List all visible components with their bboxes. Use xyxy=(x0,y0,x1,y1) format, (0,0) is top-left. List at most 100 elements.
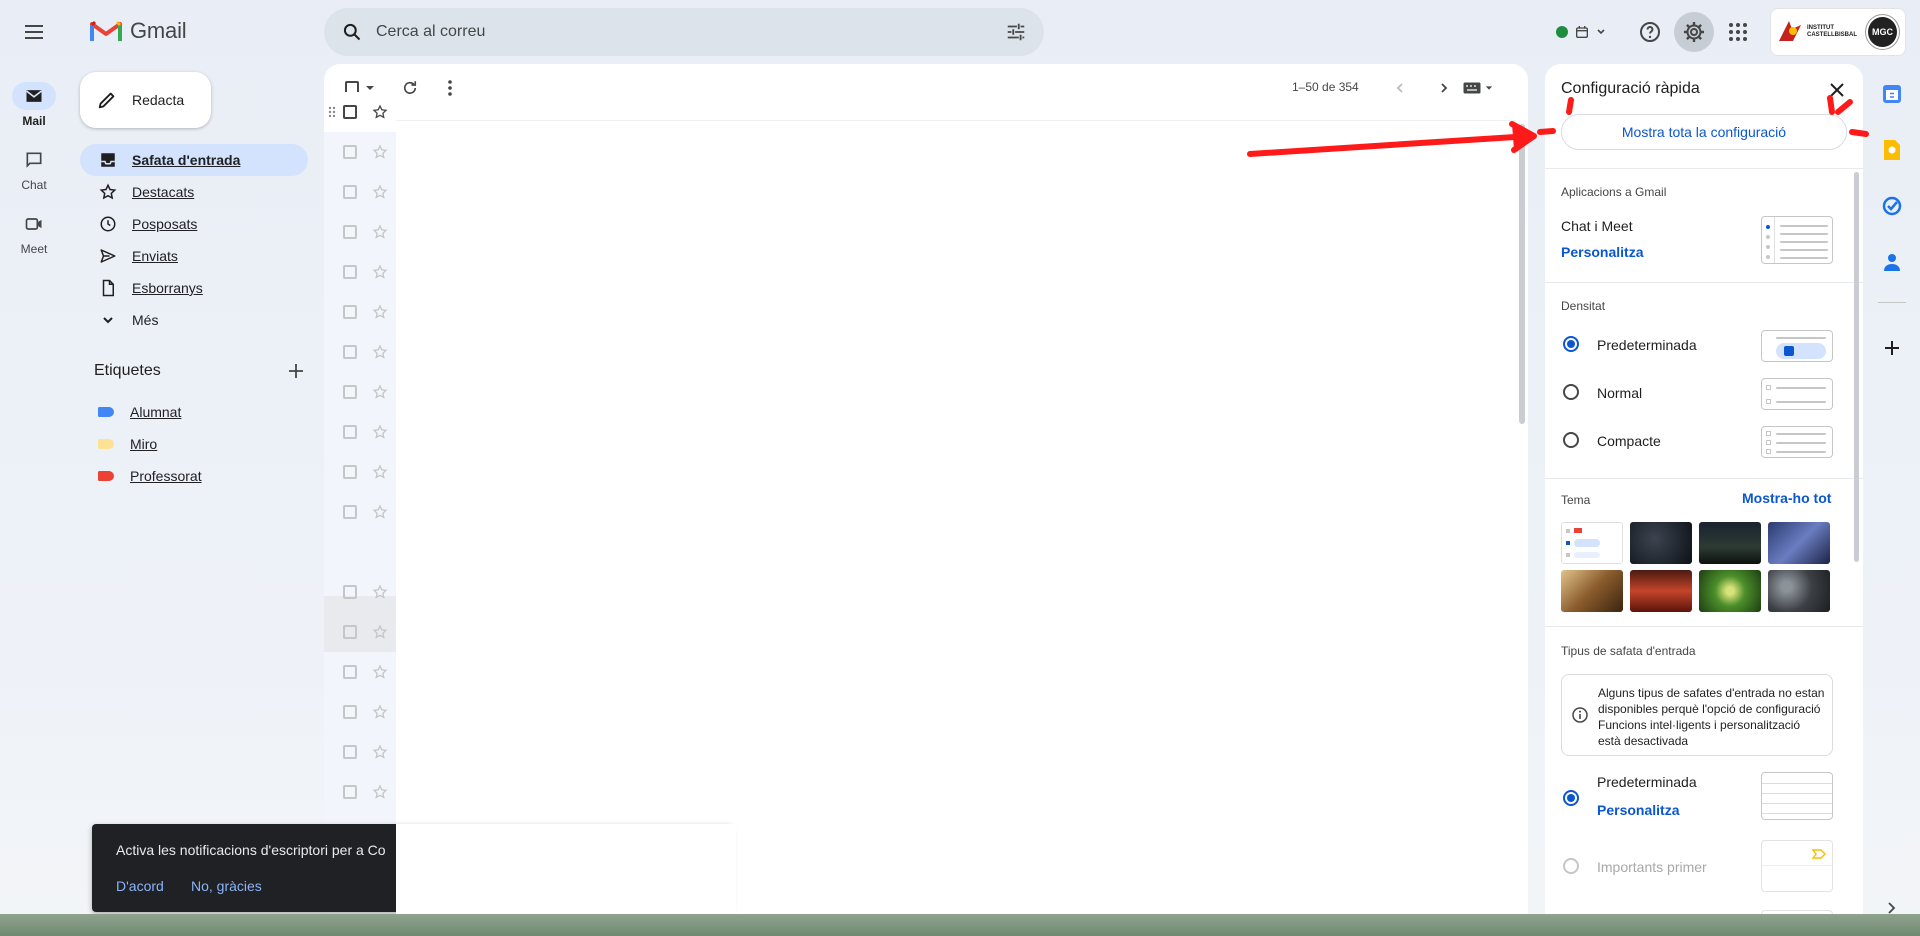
compose-button[interactable]: Redacta xyxy=(80,72,211,128)
density-radio[interactable] xyxy=(1563,336,1579,352)
table-row[interactable] xyxy=(324,732,396,772)
row-checkbox[interactable] xyxy=(343,345,357,359)
row-checkbox[interactable] xyxy=(343,465,357,479)
star-icon[interactable] xyxy=(372,384,388,400)
toast-ok-button[interactable]: D'acord xyxy=(116,878,164,894)
row-checkbox[interactable] xyxy=(343,505,357,519)
table-row[interactable] xyxy=(324,92,396,132)
nav-item-inbox[interactable]: Safata d'entrada xyxy=(80,144,308,176)
more-actions-button[interactable] xyxy=(434,72,466,104)
row-checkbox[interactable] xyxy=(343,585,357,599)
nav-item-starred[interactable]: Destacats xyxy=(80,176,308,208)
row-checkbox[interactable] xyxy=(343,145,357,159)
star-icon[interactable] xyxy=(372,264,388,280)
add-addon-icon[interactable] xyxy=(1876,332,1908,364)
inbox-customize-link[interactable]: Personalitza xyxy=(1597,802,1679,818)
rail-meet[interactable]: Meet xyxy=(0,210,68,256)
rail-chat[interactable]: Chat xyxy=(0,146,68,192)
keep-icon[interactable] xyxy=(1876,134,1908,166)
nav-item-snoozed[interactable]: Posposats xyxy=(80,208,308,240)
star-icon[interactable] xyxy=(372,624,388,640)
row-checkbox[interactable] xyxy=(343,425,357,439)
help-button[interactable] xyxy=(1630,12,1670,52)
table-row[interactable] xyxy=(324,252,396,292)
table-row[interactable] xyxy=(324,572,396,612)
table-row[interactable] xyxy=(324,452,396,492)
apps-button[interactable] xyxy=(1718,12,1758,52)
label-item-miro[interactable]: Miro xyxy=(80,428,308,460)
quick-settings-scrollbar[interactable] xyxy=(1854,172,1859,562)
toast-dismiss-button[interactable]: No, gràcies xyxy=(191,878,262,894)
inbox-radio[interactable] xyxy=(1563,858,1579,874)
table-row[interactable] xyxy=(324,132,396,172)
show-all-settings-button[interactable]: Mostra tota la configuració xyxy=(1561,114,1847,150)
newer-button[interactable] xyxy=(1384,72,1416,104)
mail-scrollbar[interactable] xyxy=(1519,124,1525,424)
star-icon[interactable] xyxy=(372,304,388,320)
row-checkbox[interactable] xyxy=(343,665,357,679)
theme-dark-forest[interactable] xyxy=(1699,522,1761,564)
star-icon[interactable] xyxy=(372,744,388,760)
table-row[interactable] xyxy=(324,372,396,412)
rail-mail[interactable]: Mail xyxy=(0,82,68,128)
row-checkbox[interactable] xyxy=(343,305,357,319)
calendar-icon[interactable] xyxy=(1876,78,1908,110)
main-menu-button[interactable] xyxy=(14,12,54,52)
star-icon[interactable] xyxy=(372,104,388,120)
row-checkbox[interactable] xyxy=(343,785,357,799)
close-button[interactable] xyxy=(1825,78,1849,102)
theme-leaf[interactable] xyxy=(1699,570,1761,612)
chat-meet-customize-link[interactable]: Personalitza xyxy=(1561,244,1643,260)
theme-canyon[interactable] xyxy=(1630,570,1692,612)
contacts-icon[interactable] xyxy=(1876,246,1908,278)
table-row[interactable] xyxy=(324,412,396,452)
table-row[interactable] xyxy=(324,652,396,692)
account-switcher[interactable]: INSTITUT CASTELLBISBAL MGC xyxy=(1770,8,1906,56)
table-row[interactable] xyxy=(324,332,396,372)
row-checkbox[interactable] xyxy=(343,225,357,239)
avatar[interactable]: MGC xyxy=(1866,15,1899,49)
gmail-logo[interactable]: Gmail xyxy=(90,18,187,44)
row-checkbox[interactable] xyxy=(343,105,357,119)
table-row[interactable] xyxy=(324,692,396,732)
search-options-icon[interactable] xyxy=(1004,20,1028,44)
table-row[interactable] xyxy=(324,612,396,652)
row-checkbox[interactable] xyxy=(343,625,357,639)
star-icon[interactable] xyxy=(372,784,388,800)
add-label-icon[interactable] xyxy=(288,363,304,379)
theme-storm[interactable] xyxy=(1768,522,1830,564)
star-icon[interactable] xyxy=(372,224,388,240)
density-radio[interactable] xyxy=(1563,432,1579,448)
star-icon[interactable] xyxy=(372,504,388,520)
nav-item-drafts[interactable]: Esborranys xyxy=(80,272,308,304)
label-item-professorat[interactable]: Professorat xyxy=(80,460,308,492)
row-checkbox[interactable] xyxy=(343,745,357,759)
tasks-icon[interactable] xyxy=(1876,190,1908,222)
nav-item-sent[interactable]: Enviats xyxy=(80,240,308,272)
table-row[interactable] xyxy=(324,212,396,252)
density-radio[interactable] xyxy=(1563,384,1579,400)
row-checkbox[interactable] xyxy=(343,705,357,719)
search-bar[interactable]: Cerca al correu xyxy=(324,8,1044,56)
star-icon[interactable] xyxy=(372,184,388,200)
star-icon[interactable] xyxy=(372,664,388,680)
star-icon[interactable] xyxy=(372,584,388,600)
theme-default[interactable] xyxy=(1561,522,1623,564)
settings-button[interactable] xyxy=(1674,12,1714,52)
row-checkbox[interactable] xyxy=(343,385,357,399)
label-item-alumnat[interactable]: Alumnat xyxy=(80,396,308,428)
row-checkbox[interactable] xyxy=(343,265,357,279)
drag-handle-icon[interactable] xyxy=(328,106,336,118)
inbox-radio[interactable] xyxy=(1563,790,1579,806)
input-tools-button[interactable] xyxy=(1454,72,1502,104)
nav-item-more[interactable]: Més xyxy=(80,304,308,336)
search-input[interactable]: Cerca al correu xyxy=(376,23,1004,41)
star-icon[interactable] xyxy=(372,424,388,440)
search-icon[interactable] xyxy=(340,20,364,44)
star-icon[interactable] xyxy=(372,704,388,720)
theme-dark-sky[interactable] xyxy=(1630,522,1692,564)
theme-chess[interactable] xyxy=(1561,570,1623,612)
table-row[interactable] xyxy=(324,492,396,532)
theme-bubbles[interactable] xyxy=(1768,570,1830,612)
refresh-button[interactable] xyxy=(394,72,426,104)
